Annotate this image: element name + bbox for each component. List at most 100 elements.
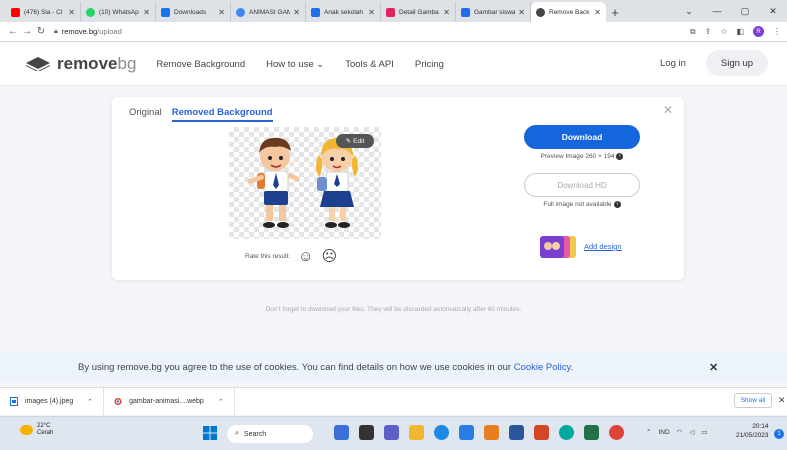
wifi-icon[interactable]: ◠	[677, 428, 683, 436]
removebg-logo[interactable]: remove bg	[26, 54, 136, 74]
task-view-icon[interactable]	[359, 425, 374, 440]
edge-icon[interactable]	[434, 425, 449, 440]
info-icon[interactable]: i	[616, 153, 624, 160]
profile-avatar[interactable]: R	[753, 26, 764, 37]
browser-tab[interactable]: (10) WhatsAp ✕	[81, 2, 156, 22]
browser-tab[interactable]: Detail Gamba ✕	[381, 2, 456, 22]
powerpoint-icon[interactable]	[534, 425, 549, 440]
side-panel-icon[interactable]: ◧	[736, 27, 744, 36]
share-icon[interactable]: ⇪	[705, 27, 712, 36]
signup-button[interactable]: Sign up	[706, 50, 768, 76]
search-icon: ⌕	[235, 430, 239, 437]
download-item[interactable]: images (4).jpeg ⌃	[0, 387, 105, 416]
result-tabs: Original Removed Background	[129, 107, 273, 122]
chevron-down-icon: ⌄	[316, 58, 325, 70]
back-icon[interactable]: ←	[6, 26, 20, 37]
close-tab-icon[interactable]: ✕	[518, 8, 525, 17]
weather-widget[interactable]: 22°C Cerah	[20, 423, 53, 437]
browser-tab[interactable]: (476) Sia - Cl ✕	[6, 2, 81, 22]
address-bar: ← → ↻ 🔒︎ remove.bg/upload ⧉ ⇪ ☆ ◧ R ⋮	[0, 22, 787, 42]
chevron-up-icon[interactable]: ⌃	[87, 398, 93, 406]
happy-face-icon[interactable]: ☺	[298, 249, 313, 264]
site-icon	[311, 7, 320, 17]
discard-notice: Don't forget to download your files. The…	[265, 306, 522, 313]
language-indicator[interactable]: IND	[658, 429, 669, 436]
logo-suffix: bg	[117, 54, 137, 73]
widgets-icon[interactable]	[334, 425, 349, 440]
design-thumbnail-icon[interactable]	[538, 234, 578, 260]
close-icon[interactable]: ✕	[663, 103, 673, 117]
window-controls: ⌄ — ▢ ✕	[675, 0, 787, 22]
battery-icon[interactable]: ▭	[701, 428, 707, 436]
forward-icon[interactable]: →	[20, 26, 34, 37]
nav-tools-api[interactable]: Tools & API	[345, 59, 394, 70]
close-window-button[interactable]: ✕	[759, 0, 787, 22]
taskbar: 22°C Cerah ⌕ Search ⌃ IND ◠ ◁ ▭ 20:14 21/0…	[0, 416, 787, 450]
file-explorer-icon[interactable]	[409, 425, 424, 440]
hd-image-info: Full image not available i	[524, 201, 640, 208]
system-tray: ⌃ IND ◠ ◁ ▭	[646, 428, 707, 437]
browser-tab[interactable]: Gambar siswa ✕	[456, 2, 531, 22]
notification-badge[interactable]: 1	[774, 429, 784, 439]
preview-image-info: Preview Image 260 × 194 i	[524, 153, 640, 160]
cookie-text: By using remove.bg you agree to the use …	[78, 361, 574, 373]
nav-remove-background[interactable]: Remove Background	[156, 59, 245, 70]
weather-sun-icon	[20, 425, 33, 436]
new-tab-button[interactable]: +	[606, 2, 624, 22]
cookie-banner: By using remove.bg you agree to the use …	[0, 352, 787, 382]
close-tab-icon[interactable]: ✕	[443, 8, 450, 17]
browser-tab[interactable]: ANIMASI GAM ✕	[231, 2, 306, 22]
clock[interactable]: 20:14 21/05/2023	[736, 423, 769, 441]
minimize-button[interactable]: —	[703, 0, 731, 22]
nav-pricing[interactable]: Pricing	[415, 59, 444, 70]
excel-icon[interactable]	[584, 425, 599, 440]
browser-toolbar-right: ⧉ ⇪ ☆ ◧ R ⋮	[690, 26, 781, 37]
tab-search-icon[interactable]: ⌄	[675, 0, 703, 22]
volume-icon[interactable]: ◁	[689, 428, 694, 436]
taskbar-search[interactable]: ⌕ Search	[227, 425, 313, 443]
word-icon[interactable]	[509, 425, 524, 440]
chat-icon[interactable]	[384, 425, 399, 440]
edit-button[interactable]: ✎ Edit	[336, 134, 374, 148]
close-downloads-icon[interactable]: ✕	[778, 395, 786, 406]
browser-tab-active[interactable]: Remove Back ✕	[531, 2, 606, 22]
browser-tab[interactable]: Downloads ✕	[156, 2, 231, 22]
chevron-up-icon[interactable]: ⌃	[218, 398, 224, 406]
tab-original[interactable]: Original	[129, 107, 162, 122]
maximize-button[interactable]: ▢	[731, 0, 759, 22]
close-tab-icon[interactable]: ✕	[368, 8, 375, 17]
close-tab-icon[interactable]: ✕	[218, 8, 225, 17]
bookmark-star-icon[interactable]: ☆	[720, 27, 727, 36]
show-all-button[interactable]: Show all	[734, 393, 772, 408]
download-button[interactable]: Download	[524, 125, 640, 149]
url-field[interactable]: 🔒︎ remove.bg/upload	[54, 24, 690, 39]
menu-icon[interactable]: ⋮	[773, 27, 781, 36]
close-tab-icon[interactable]: ✕	[143, 8, 150, 17]
info-icon[interactable]: i	[613, 201, 621, 208]
main-nav: Remove Background How to use ⌄ Tools & A…	[156, 59, 444, 70]
nav-how-to-use[interactable]: How to use ⌄	[266, 59, 324, 70]
tab-removed-background[interactable]: Removed Background	[171, 107, 273, 122]
download-hd-button[interactable]: Download HD	[524, 173, 640, 197]
add-design-link[interactable]: Add design	[584, 242, 622, 251]
close-icon[interactable]: ✕	[709, 361, 718, 374]
close-tab-icon[interactable]: ✕	[68, 8, 75, 17]
install-icon[interactable]: ⧉	[690, 27, 696, 37]
cookie-policy-link[interactable]: Cookie Policy	[514, 362, 571, 373]
app-icon[interactable]	[559, 425, 574, 440]
photos-icon[interactable]	[484, 425, 499, 440]
close-tab-icon[interactable]: ✕	[293, 8, 300, 17]
close-tab-icon[interactable]: ✕	[594, 8, 601, 17]
download-item[interactable]: gambar-animasi....webp ⌃	[104, 387, 235, 416]
site-icon	[386, 7, 395, 17]
chrome-icon[interactable]	[609, 425, 624, 440]
chevron-up-icon[interactable]: ⌃	[646, 428, 651, 436]
store-icon[interactable]	[459, 425, 474, 440]
browser-tab[interactable]: Anak sekolah ✕	[306, 2, 381, 22]
login-link[interactable]: Log in	[660, 58, 686, 69]
reload-icon[interactable]: ↻	[34, 26, 48, 37]
download-icon	[161, 7, 170, 17]
windows-start-icon[interactable]	[203, 426, 217, 440]
downloads-bar: images (4).jpeg ⌃ gambar-animasi....webp…	[0, 387, 787, 416]
sad-face-icon[interactable]: ☹	[322, 249, 338, 264]
